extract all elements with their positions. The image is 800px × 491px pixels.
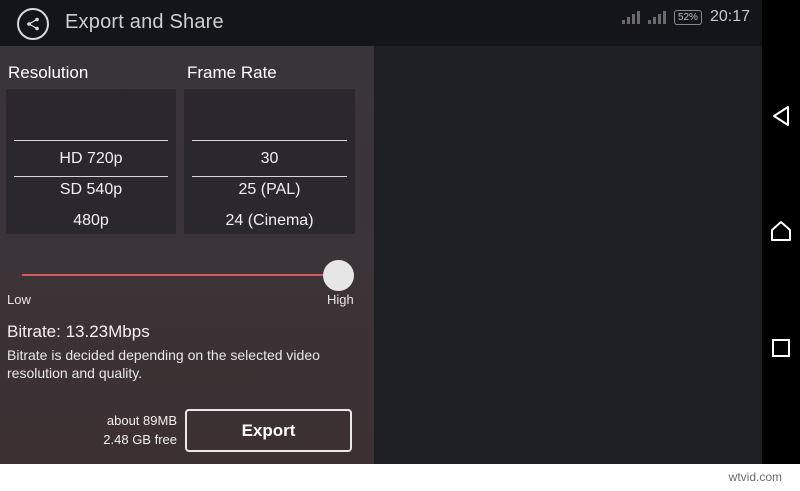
bitrate-value: Bitrate: 13.23Mbps	[7, 322, 150, 341]
signal-icon	[621, 10, 640, 24]
app-screen: Export and Share 52% 20:17 Resolution HD…	[0, 0, 762, 464]
export-button[interactable]: Export	[185, 409, 352, 452]
quality-low-label: Low	[7, 292, 31, 307]
estimated-size: about 89MB	[106, 413, 177, 428]
frame-rate-title: Frame Rate	[187, 63, 277, 82]
app-header: Export and Share 52% 20:17	[0, 0, 762, 46]
bitrate-description: Bitrate is decided depending on the sele…	[7, 347, 320, 381]
status-time: 20:17	[709, 8, 750, 25]
home-icon[interactable]	[767, 217, 795, 245]
picker-divider	[14, 140, 168, 141]
battery-indicator: 52%	[673, 9, 702, 25]
video-preview-area	[374, 46, 762, 464]
android-nav-bar	[762, 0, 800, 464]
recents-square-icon[interactable]	[767, 334, 795, 362]
resolution-option-selected[interactable]: HD 720p	[6, 150, 176, 168]
resolution-picker[interactable]: HD 720p SD 540p 480p	[6, 89, 176, 234]
watermark-text: wtvid.com	[728, 470, 782, 484]
frame-rate-option-selected[interactable]: 30	[184, 150, 355, 168]
resolution-title: Resolution	[8, 63, 89, 82]
frame-rate-picker[interactable]: 30 25 (PAL) 24 (Cinema)	[184, 89, 355, 234]
quality-high-label: High	[327, 292, 354, 307]
resolution-option[interactable]: 480p	[6, 212, 176, 230]
frame-rate-option[interactable]: 25 (PAL)	[184, 181, 355, 199]
picker-divider	[192, 176, 347, 177]
triangle-back-icon[interactable]	[767, 102, 795, 130]
quality-slider-track[interactable]	[22, 274, 340, 276]
resolution-option[interactable]: SD 540p	[6, 181, 176, 199]
picker-divider	[192, 140, 347, 141]
status-bar: 52% 20:17	[621, 8, 750, 26]
signal-icon	[647, 10, 666, 24]
picker-divider	[14, 176, 168, 177]
quality-slider-thumb[interactable]	[323, 260, 354, 291]
page-title: Export and Share	[65, 11, 224, 33]
free-space: 2.48 GB free	[103, 432, 177, 447]
export-settings-panel: Resolution HD 720p SD 540p 480p Frame Ra…	[0, 46, 374, 464]
file-size-info: about 89MB 2.48 GB free	[70, 411, 177, 449]
share-back-icon[interactable]	[17, 8, 49, 40]
frame-rate-option[interactable]: 24 (Cinema)	[184, 212, 355, 230]
